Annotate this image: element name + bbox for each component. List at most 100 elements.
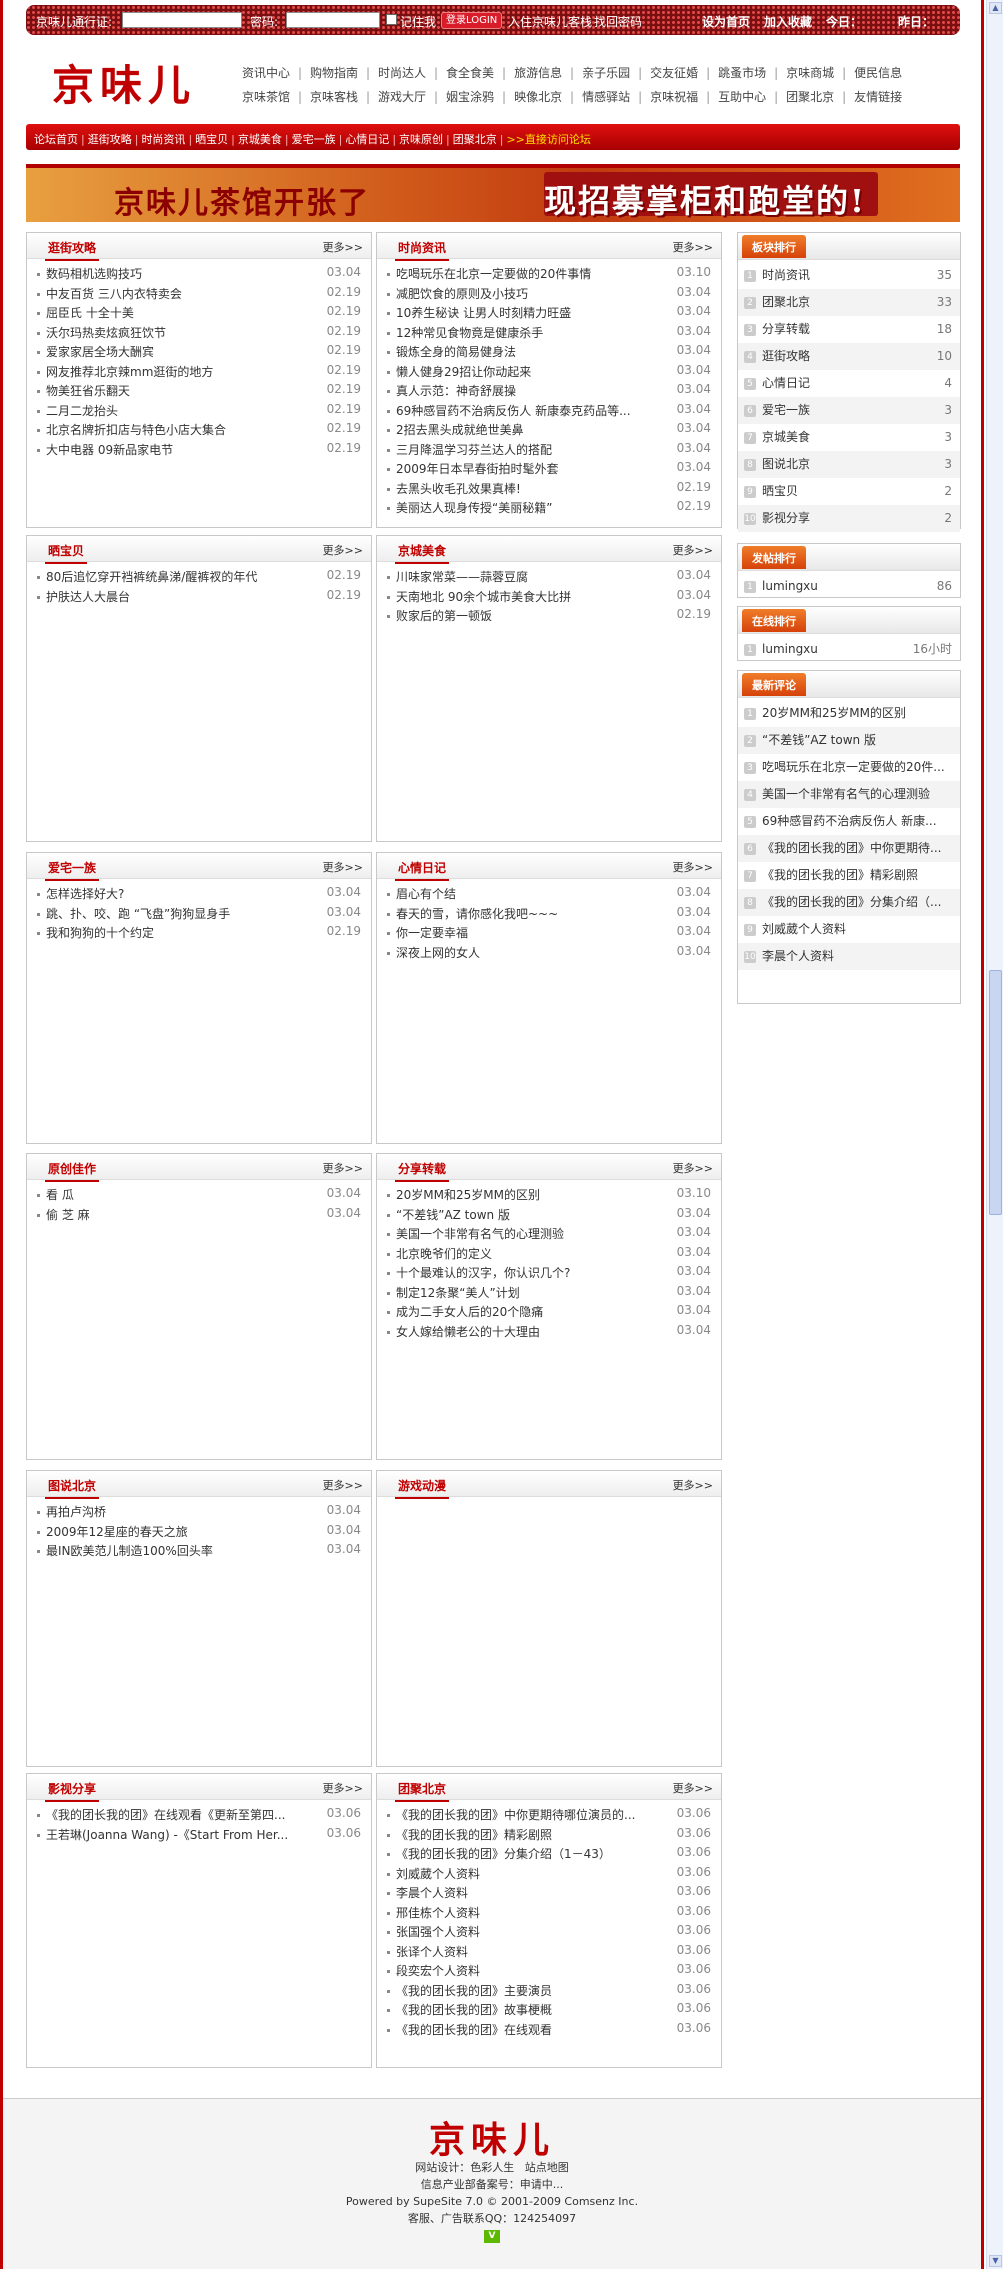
list-item[interactable]: 女人嫁给懒老公的十大理由 03.04: [387, 1323, 721, 1343]
list-item[interactable]: 败家后的第一顿饭 02.19: [387, 607, 721, 627]
panel-title[interactable]: 晒宝贝: [45, 542, 88, 564]
panel-title[interactable]: 影视分享: [45, 1780, 100, 1802]
item-title[interactable]: 王若琳(Joanna Wang) -《Start From Her...: [46, 1826, 288, 1843]
list-item[interactable]: 天南地北 90余个城市美食大比拼 03.04: [387, 588, 721, 608]
item-title[interactable]: 败家后的第一顿饭: [396, 607, 492, 624]
item-title[interactable]: 屈臣氏 十全十美: [46, 304, 134, 321]
sidebar-item[interactable]: 1 lumingxu 16小时: [738, 636, 960, 663]
list-item[interactable]: 美国一个非常有名气的心理测验 03.04: [387, 1225, 721, 1245]
sidebar-item-label[interactable]: 李晨个人资料: [762, 949, 834, 963]
nav-item[interactable]: 情感驿站: [582, 88, 630, 105]
redbar-link[interactable]: 京味原创: [399, 133, 443, 146]
sidebar-item[interactable]: 8 《我的团长我的团》分集介绍（...: [738, 889, 960, 916]
list-item[interactable]: 80后追忆穿开裆裤统鼻涕/醒裤衩的年代 02.19: [37, 568, 371, 588]
more-link[interactable]: 更多>>: [673, 1477, 713, 1493]
item-title[interactable]: 《我的团长我的团》分集介绍（1－43）: [396, 1845, 611, 1862]
item-title[interactable]: 刘威葳个人资料: [396, 1865, 480, 1882]
register-link[interactable]: 入住京味儿客栈: [508, 13, 592, 30]
forum-direct-link[interactable]: >>直接访问论坛: [506, 133, 590, 146]
forgot-password-link[interactable]: 找回密码: [594, 13, 642, 30]
more-link[interactable]: 更多>>: [323, 542, 363, 558]
list-item[interactable]: 屈臣氏 十全十美 02.19: [37, 304, 371, 324]
nav-item[interactable]: 京味祝福: [650, 88, 698, 105]
sidebar-item[interactable]: 6 爱宅一族 3: [738, 397, 960, 424]
panel-title[interactable]: 逛街攻略: [45, 239, 100, 261]
more-link[interactable]: 更多>>: [323, 859, 363, 875]
list-item[interactable]: 北京晚爷们的定义 03.04: [387, 1245, 721, 1265]
list-item[interactable]: 护肤达人大晨台 02.19: [37, 588, 371, 608]
item-title[interactable]: 2招去黑头成就绝世美鼻: [396, 421, 524, 438]
sidebar-item[interactable]: 2 团聚北京 33: [738, 289, 960, 316]
sidebar-item-label[interactable]: 69种感冒药不治病反伤人 新康...: [762, 814, 937, 828]
nav-item[interactable]: 游戏大厅: [378, 88, 426, 105]
item-title[interactable]: 邢佳栋个人资料: [396, 1904, 480, 1921]
sidebar-item-label[interactable]: 晒宝贝: [762, 484, 798, 498]
list-item[interactable]: 爱家家居全场大酬宾 02.19: [37, 343, 371, 363]
item-title[interactable]: 川味家常菜——蒜蓉豆腐: [396, 568, 528, 585]
list-item[interactable]: 吃喝玩乐在北京一定要做的20件事情 03.10: [387, 265, 721, 285]
item-title[interactable]: 成为二手女人后的20个隐痛: [396, 1303, 543, 1320]
list-item[interactable]: 沃尔玛热卖炫疯狂饮节 02.19: [37, 324, 371, 344]
list-item[interactable]: 十个最难认的汉字，你认识几个? 03.04: [387, 1264, 721, 1284]
list-item[interactable]: 张译个人资料 03.06: [387, 1943, 721, 1963]
sidebar-item-label[interactable]: 团聚北京: [762, 295, 810, 309]
sidebar-item-label[interactable]: 刘威葳个人资料: [762, 922, 846, 936]
item-title[interactable]: 80后追忆穿开裆裤统鼻涕/醒裤衩的年代: [46, 568, 257, 585]
list-item[interactable]: 锻炼全身的简易健身法 03.04: [387, 343, 721, 363]
sidebar-item[interactable]: 3 分享转载 18: [738, 316, 960, 343]
item-title[interactable]: 10养生秘诀 让男人时刻精力旺盛: [396, 304, 571, 321]
sidebar-item[interactable]: 4 美国一个非常有名气的心理测验: [738, 781, 960, 808]
sidebar-item[interactable]: 1 时尚资讯 35: [738, 262, 960, 289]
footer-sitemap-link[interactable]: 站点地图: [525, 2161, 569, 2174]
item-title[interactable]: 网友推荐北京辣mm逛街的地方: [46, 363, 213, 380]
sidebar-item[interactable]: 2 “不差钱”AZ town 版: [738, 727, 960, 754]
panel-title[interactable]: 团聚北京: [395, 1780, 450, 1802]
list-item[interactable]: 制定12条聚“美人”计划 03.04: [387, 1284, 721, 1304]
list-item[interactable]: 看 瓜 03.04: [37, 1186, 371, 1206]
list-item[interactable]: 你一定要幸福 03.04: [387, 924, 721, 944]
sidebar-item[interactable]: 8 图说北京 3: [738, 451, 960, 478]
sidebar-item[interactable]: 3 吃喝玩乐在北京一定要做的20件...: [738, 754, 960, 781]
sidebar-item-label[interactable]: 20岁MM和25岁MM的区别: [762, 706, 906, 720]
sidebar-item[interactable]: 7 《我的团长我的团》精彩剧照: [738, 862, 960, 889]
nav-item[interactable]: 便民信息: [854, 64, 902, 81]
item-title[interactable]: 《我的团长我的团》在线观看《更新至第四...: [46, 1806, 285, 1823]
password-input[interactable]: [286, 12, 380, 28]
item-title[interactable]: 中友百货 三八内衣特卖会: [46, 285, 182, 302]
item-title[interactable]: 二月二龙抬头: [46, 402, 118, 419]
list-item[interactable]: 中友百货 三八内衣特卖会 02.19: [37, 285, 371, 305]
item-title[interactable]: 偷 芝 麻: [46, 1206, 90, 1223]
list-item[interactable]: 眉心有个结 03.04: [387, 885, 721, 905]
list-item[interactable]: 深夜上网的女人 03.04: [387, 944, 721, 964]
panel-title[interactable]: 图说北京: [45, 1477, 100, 1499]
item-title[interactable]: 数码相机选购技巧: [46, 265, 142, 282]
sidebar-item-label[interactable]: 逛街攻略: [762, 349, 810, 363]
more-link[interactable]: 更多>>: [673, 542, 713, 558]
item-title[interactable]: 制定12条聚“美人”计划: [396, 1284, 520, 1301]
item-title[interactable]: 张国强个人资料: [396, 1923, 480, 1940]
list-item[interactable]: 二月二龙抬头 02.19: [37, 402, 371, 422]
item-title[interactable]: 12种常见食物竟是健康杀手: [396, 324, 543, 341]
nav-item[interactable]: 互助中心: [718, 88, 766, 105]
panel-title[interactable]: 分享转载: [395, 1160, 450, 1182]
list-item[interactable]: 2009年12星座的春天之旅 03.04: [37, 1523, 371, 1543]
list-item[interactable]: 《我的团长我的团》分集介绍（1－43） 03.06: [387, 1845, 721, 1865]
sidebar-item[interactable]: 9 晒宝贝 2: [738, 478, 960, 505]
list-item[interactable]: 三月降温学习芬兰达人的搭配 03.04: [387, 441, 721, 461]
redbar-link[interactable]: 论坛首页: [34, 133, 78, 146]
list-item[interactable]: 刘威葳个人资料 03.06: [387, 1865, 721, 1885]
sidebar-item-label[interactable]: 京城美食: [762, 430, 810, 444]
panel-title[interactable]: 时尚资讯: [395, 239, 450, 261]
item-title[interactable]: 《我的团长我的团》中你更期待哪位演员的...: [396, 1806, 635, 1823]
item-title[interactable]: 《我的团长我的团》在线观看: [396, 2021, 552, 2038]
redbar-link[interactable]: 时尚资讯: [141, 133, 185, 146]
item-title[interactable]: 懒人健身29招让你动起来: [396, 363, 531, 380]
sidebar-item[interactable]: 9 刘威葳个人资料: [738, 916, 960, 943]
item-title[interactable]: 再拍卢沟桥: [46, 1503, 106, 1520]
list-item[interactable]: 69种感冒药不治病反伤人 新康泰克药品等... 03.04: [387, 402, 721, 422]
item-title[interactable]: 眉心有个结: [396, 885, 456, 902]
list-item[interactable]: 川味家常菜——蒜蓉豆腐 03.04: [387, 568, 721, 588]
list-item[interactable]: 成为二手女人后的20个隐痛 03.04: [387, 1303, 721, 1323]
redbar-link[interactable]: 京城美食: [238, 133, 282, 146]
list-item[interactable]: 2招去黑头成就绝世美鼻 03.04: [387, 421, 721, 441]
